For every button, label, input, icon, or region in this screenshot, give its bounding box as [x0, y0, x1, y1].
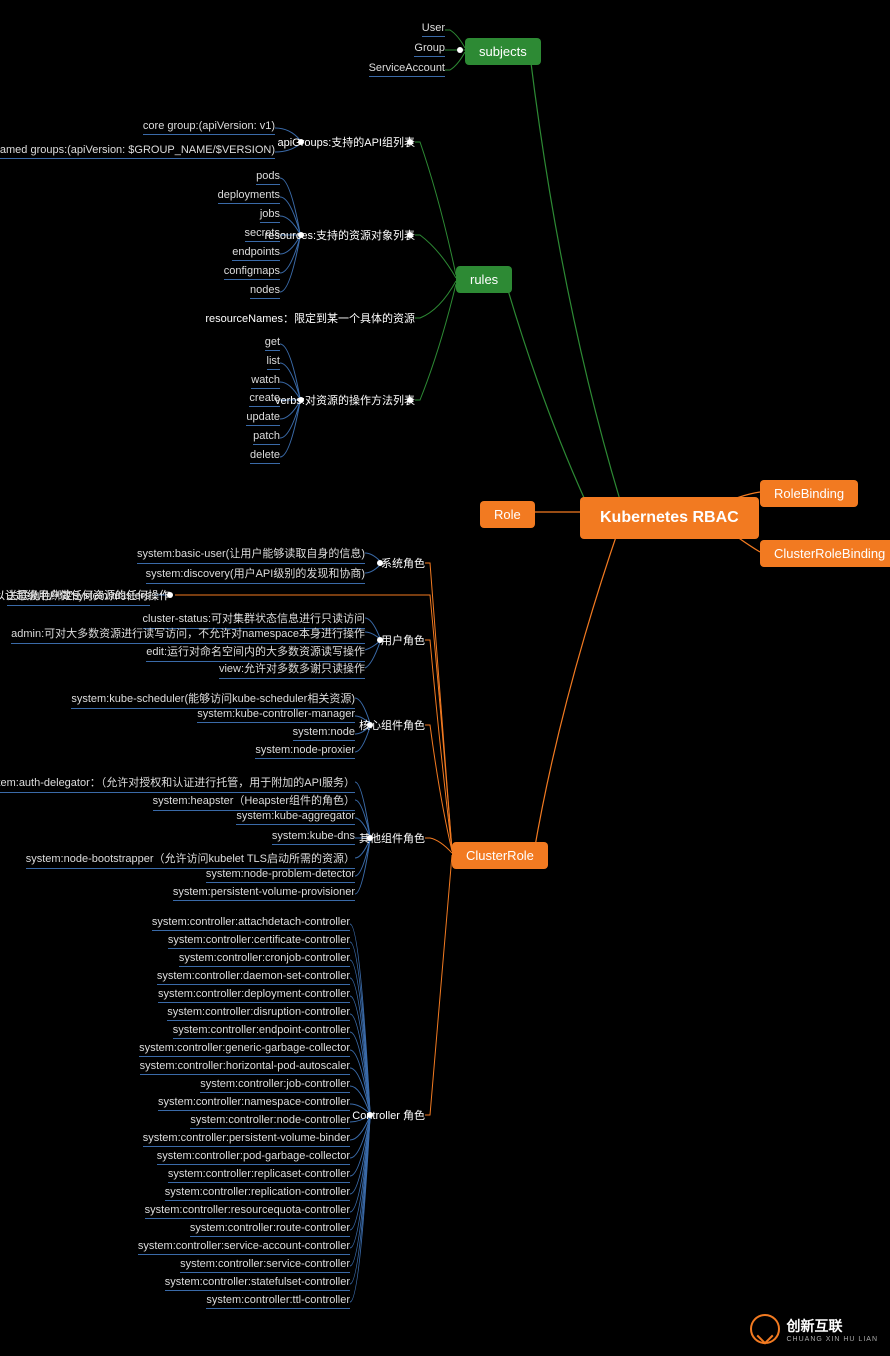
leaf-controller: system:controller:job-controller — [200, 1078, 350, 1093]
leaf-controller: system:controller:replicaset-controller — [168, 1168, 350, 1183]
leaf-controller: system:controller:cronjob-controller — [179, 952, 350, 967]
leaf-controller: system:controller:certificate-controller — [168, 934, 350, 949]
leaf: nodes — [250, 284, 280, 299]
leaf: jobs — [260, 208, 280, 223]
leaf-controller: system:controller:disruption-controller — [167, 1006, 350, 1021]
leaf: update — [246, 411, 280, 426]
dot — [377, 637, 383, 643]
leaf-controller: system:controller:service-account-contro… — [138, 1240, 350, 1255]
leaf-controller: system:controller:replication-controller — [165, 1186, 350, 1201]
leaf-controller: system:controller:deployment-controller — [158, 988, 350, 1003]
leaf-controller: system:controller:horizontal-pod-autosca… — [140, 1060, 350, 1075]
logo: 创新互联 CHUANG XIN HU LIAN — [750, 1314, 878, 1344]
leaf-controller: system:controller:endpoint-controller — [173, 1024, 350, 1039]
leaf-controller: system:controller:node-controller — [190, 1114, 350, 1129]
root-node: Kubernetes RBAC — [580, 497, 759, 539]
dot — [407, 139, 413, 145]
leaf-controller: system:controller:attachdetach-controlle… — [152, 916, 350, 931]
cat-resources: resources:支持的资源对象列表 — [265, 227, 415, 243]
subjects-node: subjects — [465, 38, 541, 65]
leaf: admin:可对大多数资源进行读写访问，不允许对namespace本身进行操作 — [11, 625, 365, 644]
leaf: system:kube-scheduler(能够访问kube-scheduler… — [71, 690, 355, 709]
dot — [167, 592, 173, 598]
leaf: create — [249, 392, 280, 407]
dot — [407, 232, 413, 238]
rolebinding-node: RoleBinding — [760, 480, 858, 507]
leaf-controller: system:controller:statefulset-controller — [165, 1276, 350, 1291]
dot — [298, 397, 304, 403]
leaf-controller: system:controller:resourcequota-controll… — [145, 1204, 350, 1219]
leaf-controller: system:controller:route-controller — [190, 1222, 350, 1237]
leaf-sa: ServiceAccount — [369, 62, 445, 77]
leaf: deployments — [218, 189, 280, 204]
clusterrole-node: ClusterRole — [452, 842, 548, 869]
leaf: watch — [251, 374, 280, 389]
dot — [377, 560, 383, 566]
cat-controllerroles: Controller 角色 — [352, 1107, 425, 1123]
leaf: system:kube-controller-manager — [197, 708, 355, 723]
leaf-controller: system:controller:service-controller — [180, 1258, 350, 1273]
rules-node: rules — [456, 266, 512, 293]
leaf: configmaps — [224, 265, 280, 280]
leaf: list — [267, 355, 280, 370]
leaf: secrets — [245, 227, 280, 242]
dot — [457, 47, 463, 53]
dot — [367, 835, 373, 841]
leaf: 关联角色绑定system:masters — [7, 587, 150, 606]
leaf: system:heapster（Heapster组件的角色） — [153, 792, 355, 811]
leaf-controller: system:controller:daemon-set-controller — [157, 970, 350, 985]
leaf: pods — [256, 170, 280, 185]
leaf: system:kube-aggregator — [236, 810, 355, 825]
logo-sub: CHUANG XIN HU LIAN — [786, 1336, 878, 1343]
leaf: get — [265, 336, 280, 351]
leaf: system:node-bootstrapper（允许访问kubelet TLS… — [26, 850, 355, 869]
leaf: system:node-proxier — [255, 744, 355, 759]
dot — [367, 722, 373, 728]
leaf-controller: system:controller:pod-garbage-collector — [157, 1150, 350, 1165]
dot — [298, 139, 304, 145]
leaf-user: User — [422, 22, 445, 37]
dot — [367, 1112, 373, 1118]
cat-verbs: verbs:对资源的操作方法列表 — [275, 392, 415, 408]
leaf: system:basic-user(让用户能够读取自身的信息) — [137, 545, 365, 564]
leaf: system:auth-delegator：（允许对授权和认证进行托管，用于附加… — [0, 774, 355, 793]
cat-userroles: 用户角色 — [381, 632, 425, 648]
leaf-controller: system:controller:namespace-controller — [158, 1096, 350, 1111]
logo-icon — [744, 1308, 786, 1350]
leaf-controller: system:controller:generic-garbage-collec… — [139, 1042, 350, 1057]
leaf: system:persistent-volume-provisioner — [173, 886, 355, 901]
leaf-controller: system:controller:persistent-volume-bind… — [143, 1132, 350, 1147]
logo-main: 创新互联 — [786, 1318, 842, 1334]
leaf: core group:(apiVersion: v1) — [143, 120, 275, 135]
connection-lines — [0, 0, 890, 1356]
leaf-controller: system:controller:ttl-controller — [206, 1294, 350, 1309]
leaf: system:discovery(用户API级别的发现和协商) — [146, 565, 365, 584]
cat-sysroles: 系统角色 — [381, 555, 425, 571]
leaf: named groups:(apiVersion: $GROUP_NAME/$V… — [0, 144, 275, 159]
leaf: endpoints — [232, 246, 280, 261]
role-node: Role — [480, 501, 535, 528]
leaf: patch — [253, 430, 280, 445]
leaf: system:kube-dns — [272, 830, 355, 845]
dot — [407, 397, 413, 403]
leaf: view:允许对多数多谢只读操作 — [219, 660, 365, 679]
leaf: system:node-problem-detector — [206, 868, 355, 883]
leaf: delete — [250, 449, 280, 464]
cat-resnames: resourceNames：限定到某一个具体的资源 — [205, 310, 415, 326]
dot — [298, 232, 304, 238]
leaf: system:node — [293, 726, 355, 741]
clusterrolebinding-node: ClusterRoleBinding — [760, 540, 890, 567]
leaf-group: Group — [414, 42, 445, 57]
